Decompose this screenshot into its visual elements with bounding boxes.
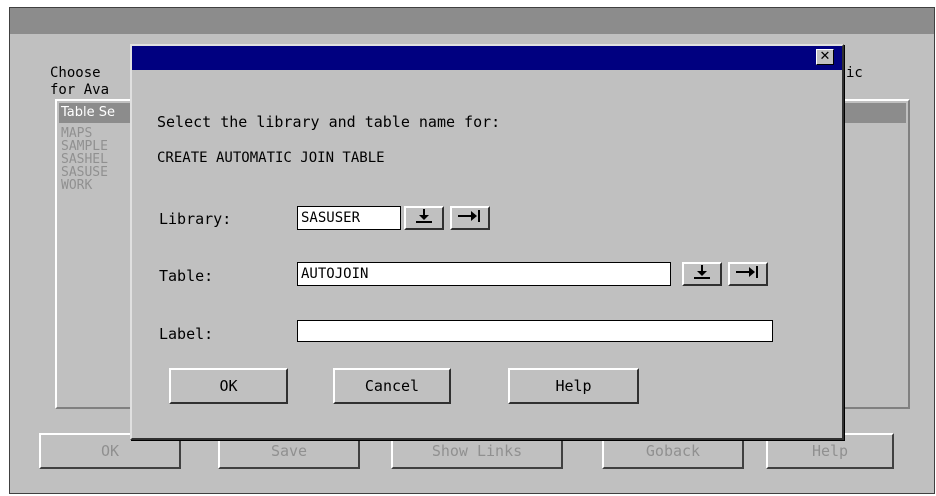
right-arrow-icon xyxy=(735,264,761,284)
prompt-line-1: Choose xyxy=(50,65,101,81)
ok-button[interactable]: OK xyxy=(169,368,288,404)
right-arrow-icon xyxy=(457,208,483,228)
down-arrow-icon xyxy=(414,208,434,228)
library-select-button[interactable] xyxy=(450,206,490,230)
dialog-instruction: Select the library and table name for: xyxy=(157,113,501,131)
dialog-titlebar: ✕ xyxy=(132,46,842,70)
prompt-line-2: for Ava xyxy=(50,82,110,98)
table-label: Table: xyxy=(159,267,214,285)
help-button[interactable]: Help xyxy=(508,368,639,404)
label-label: Label: xyxy=(159,325,214,343)
down-arrow-icon xyxy=(692,264,712,284)
background-titlebar xyxy=(10,8,934,34)
library-label: Library: xyxy=(159,210,232,228)
library-dropdown-button[interactable] xyxy=(404,206,444,230)
close-icon[interactable]: ✕ xyxy=(816,49,834,65)
cancel-button[interactable]: Cancel xyxy=(333,368,451,404)
list-item[interactable]: WORK xyxy=(61,179,92,192)
label-field[interactable] xyxy=(297,320,773,342)
table-field[interactable]: AUTOJOIN xyxy=(297,262,671,286)
table-dropdown-button[interactable] xyxy=(682,262,722,286)
library-field[interactable]: SASUSER xyxy=(297,206,401,230)
table-select-button[interactable] xyxy=(728,262,768,286)
dialog-subtitle: CREATE AUTOMATIC JOIN TABLE xyxy=(157,150,385,166)
prompt-right-fragment: ic xyxy=(846,65,863,81)
select-library-table-dialog: ✕ Select the library and table name for:… xyxy=(130,44,844,440)
